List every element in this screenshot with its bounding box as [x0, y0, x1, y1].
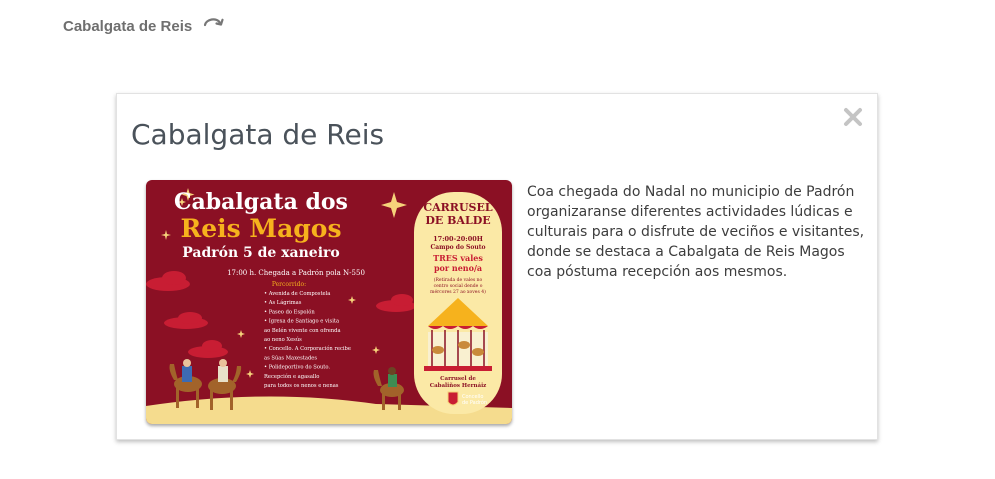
poster-route-item: • Polideportivo do Souto.	[264, 365, 330, 371]
carrusel-time: 17:00-20:00H	[433, 235, 483, 243]
poster-date: Padrón 5 de xaneiro	[182, 245, 340, 261]
breadcrumb: Cabalgata de Reis	[63, 14, 224, 38]
vales-note3: mércores 27 ao xoves 4)	[430, 288, 486, 295]
concello-line2: de Padrón	[462, 399, 487, 406]
poster-graphic: Cabalgata dos Reis Magos Padrón 5 de xan…	[146, 180, 512, 424]
poster-route-item: ao neno Xesús	[264, 336, 302, 343]
poster-route-item: as Súas Maxestades	[264, 354, 317, 361]
reload-icon[interactable]	[202, 15, 224, 29]
poster-route-item: para todos os nenos e nenas	[264, 383, 339, 389]
event-modal: Cabalgata de Reis Cabalgata dos Reis Mag…	[116, 93, 878, 440]
concello-seal	[447, 391, 459, 406]
poster-route-title: Percorrido:	[272, 281, 306, 288]
modal-title: Cabalgata de Reis	[131, 118, 385, 151]
vales-note1: (Retirada de vales no	[434, 276, 483, 283]
carrusel-credit1: Carrusel de	[440, 376, 476, 382]
vales-line2: por neno/a	[434, 263, 482, 273]
vales-line1: TRES vales	[433, 253, 483, 263]
poster-route-item: • Avenida de Compostela	[264, 291, 330, 297]
carrusel-line2: DE BALDE	[425, 214, 490, 227]
poster-heading-line2: Reis Magos	[180, 214, 341, 243]
event-poster-image: Cabalgata dos Reis Magos Padrón 5 de xan…	[146, 180, 512, 424]
poster-route-item: • As Lágrimas	[264, 299, 302, 306]
close-button[interactable]	[842, 106, 864, 128]
poster-route-item: • Igrexa de Santiago e visita	[264, 319, 339, 325]
poster-route-item: • Concello. A Corporación recibe	[264, 345, 351, 352]
close-icon	[844, 108, 862, 126]
poster-arrival: 17:00 h. Chegada a Padrón pola N-550	[227, 269, 365, 277]
breadcrumb-title[interactable]: Cabalgata de Reis	[63, 18, 192, 35]
poster-route-item: • Paseo do Espolón	[264, 308, 315, 315]
poster-heading-line1: Cabalgata dos	[174, 189, 348, 215]
carrusel-place: Campo do Souto	[430, 244, 485, 251]
event-description: Coa chegada do Nadal no municipio de Pad…	[527, 184, 865, 280]
poster-route-item: Recepción e agasallo	[264, 373, 319, 380]
carrusel-line1: CARRUSEL	[423, 201, 492, 214]
carrusel-credit2: Cabaliños Hernáiz	[430, 382, 487, 389]
vales-note2: centro social dende o	[434, 283, 483, 289]
poster-route-item: ao Belén vivente con ofrenda	[264, 327, 341, 334]
